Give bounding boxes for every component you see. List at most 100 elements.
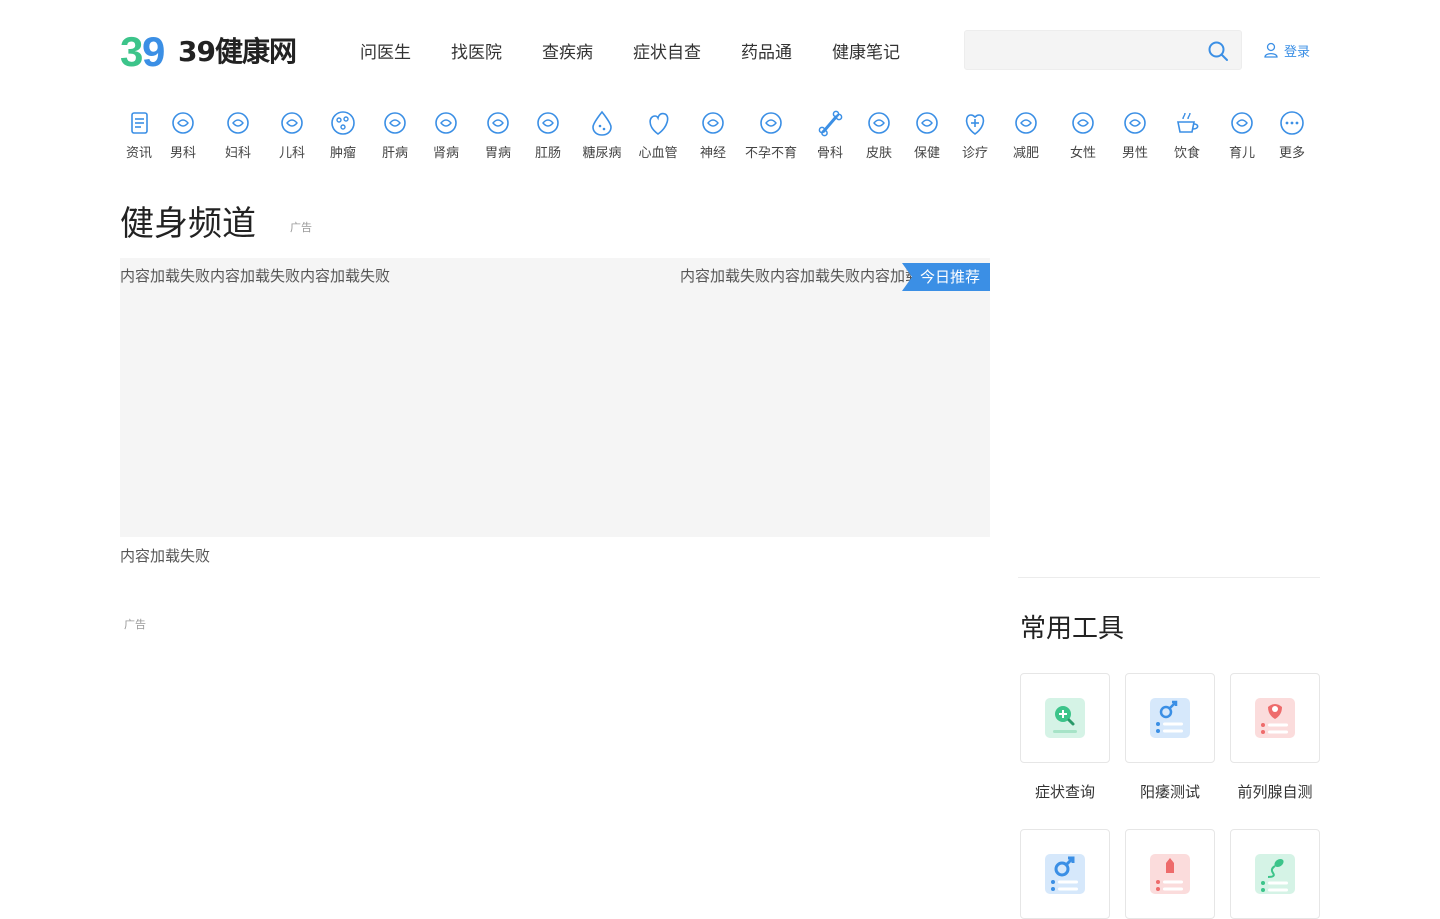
male-test-icon [1150, 698, 1190, 738]
category-uterus[interactable]: 妇科 [208, 108, 268, 161]
category-label: 育儿 [1228, 146, 1255, 161]
category-cup[interactable]: 饮食 [1157, 108, 1217, 161]
kidney-icon [435, 112, 457, 134]
stomach-icon [487, 112, 509, 134]
man-icon [1124, 112, 1146, 134]
svg-text:9: 9 [142, 28, 165, 72]
tool-card[interactable] [1125, 829, 1215, 919]
nav-check-disease[interactable]: 查疾病 [542, 38, 593, 63]
sidebar-divider [1018, 577, 1320, 578]
category-label: 肾病 [432, 146, 459, 161]
logo-39-icon: 3 9 [120, 28, 165, 72]
drop-icon [592, 110, 612, 136]
brain-icon [702, 112, 724, 134]
cup-icon [1177, 112, 1199, 133]
svg-text:3: 3 [120, 28, 143, 72]
category-label: 胃病 [484, 146, 511, 161]
category-label: 减肥 [1012, 146, 1039, 161]
nav-drugs[interactable]: 药品通 [741, 38, 792, 63]
category-label: 儿科 [278, 146, 305, 161]
heart-icon [649, 112, 669, 135]
category-female[interactable]: 女性 [1053, 108, 1113, 161]
nav-find-hospital[interactable]: 找医院 [451, 38, 502, 63]
today-recommend-tag[interactable]: 今日推荐 [902, 263, 990, 291]
tool-prostate-test[interactable]: 前列腺自测 [1230, 673, 1320, 802]
intestine-icon [537, 112, 559, 134]
site-logo[interactable]: 3 9 39健康网 [120, 26, 297, 74]
category-label: 肿瘤 [329, 146, 356, 161]
category-label: 皮肤 [865, 146, 892, 161]
symptom-search-icon [1045, 698, 1085, 738]
female-icon [1072, 112, 1094, 134]
featured-content-box[interactable] [120, 258, 990, 537]
tool-symptom-search[interactable]: 症状查询 [1020, 673, 1110, 802]
tool-male-symbol[interactable] [1020, 829, 1110, 919]
main-nav: 问医生 找医院 查疾病 症状自查 药品通 健康笔记 [360, 26, 940, 74]
baby-icon [281, 112, 303, 134]
male-symbol-icon [1045, 854, 1085, 894]
bone-icon [818, 110, 843, 137]
news-icon [131, 112, 148, 134]
category-bar: 资讯 男科 妇科 儿科 肿瘤 肝病 肾病 胃病 肛肠 糖尿病 心血管 神经 不孕不育 骨科 皮肤 保健 诊疗 减肥… [120, 108, 1320, 168]
category-heart[interactable]: 心血管 [628, 108, 688, 161]
category-label: 男性 [1121, 146, 1148, 161]
category-egg[interactable]: 不孕不育 [741, 108, 801, 161]
category-label: 诊疗 [961, 146, 988, 161]
tool-card[interactable] [1020, 673, 1110, 763]
user-icon [1264, 42, 1278, 58]
search-icon[interactable] [1207, 40, 1229, 62]
prostate-test-icon [1255, 698, 1295, 738]
category-label: 更多 [1278, 146, 1305, 161]
egg-icon [760, 112, 782, 134]
search-box [964, 30, 1242, 70]
tool-card[interactable] [1125, 673, 1215, 763]
category-intestine[interactable]: 肛肠 [518, 108, 578, 161]
category-drop[interactable]: 糖尿病 [572, 108, 632, 161]
category-male[interactable]: 男科 [153, 108, 213, 161]
nav-health-notes[interactable]: 健康笔记 [832, 38, 900, 63]
category-waist[interactable]: 减肥 [996, 108, 1056, 161]
sperm-icon [1255, 854, 1295, 894]
ad-label: 广告 [290, 221, 312, 234]
tool-sperm-test[interactable] [1230, 829, 1320, 919]
uterus-icon [227, 112, 249, 134]
logo-text: 39健康网 [178, 35, 297, 68]
search-input[interactable] [965, 31, 1195, 69]
more-icon [1280, 111, 1304, 135]
tool-label: 症状查询 [1034, 783, 1095, 801]
bottle-test-icon [1150, 854, 1190, 894]
plus-heart-icon [965, 114, 985, 135]
category-label: 保健 [913, 146, 940, 161]
tumor-icon [331, 111, 355, 135]
nav-ask-doctor[interactable]: 问医生 [360, 38, 411, 63]
waist-icon [1015, 112, 1037, 134]
category-label: 男科 [169, 146, 196, 161]
liver-icon [384, 112, 406, 134]
category-label: 饮食 [1173, 146, 1200, 161]
category-label: 妇科 [224, 146, 251, 161]
category-label: 神经 [699, 146, 726, 161]
tool-card[interactable] [1230, 829, 1320, 919]
channel-title: 健身频道 [120, 204, 256, 244]
login-link[interactable]: 登录 [1264, 40, 1310, 60]
care-icon [916, 112, 938, 134]
category-label: 资讯 [125, 146, 152, 161]
infant-icon [1231, 112, 1253, 134]
login-label: 登录 [1284, 44, 1311, 60]
tool-bottle-test[interactable] [1125, 829, 1215, 919]
category-label: 骨科 [816, 146, 843, 161]
load-error-text-left: 内容加载失败内容加载失败内容加载失败 [120, 267, 391, 285]
category-label: 心血管 [638, 146, 678, 161]
skin-icon [868, 112, 890, 134]
category-brain[interactable]: 神经 [683, 108, 743, 161]
category-tumor[interactable]: 肿瘤 [313, 108, 373, 161]
category-kidney[interactable]: 肾病 [416, 108, 476, 161]
male-icon [172, 112, 194, 134]
tool-label: 阳痿测试 [1139, 783, 1200, 801]
tool-male-test[interactable]: 阳痿测试 [1125, 673, 1215, 802]
tool-card[interactable] [1020, 829, 1110, 919]
category-man[interactable]: 男性 [1105, 108, 1165, 161]
nav-symptom-check[interactable]: 症状自查 [633, 38, 701, 63]
category-more[interactable]: 更多 [1262, 108, 1322, 161]
tool-card[interactable] [1230, 673, 1320, 763]
